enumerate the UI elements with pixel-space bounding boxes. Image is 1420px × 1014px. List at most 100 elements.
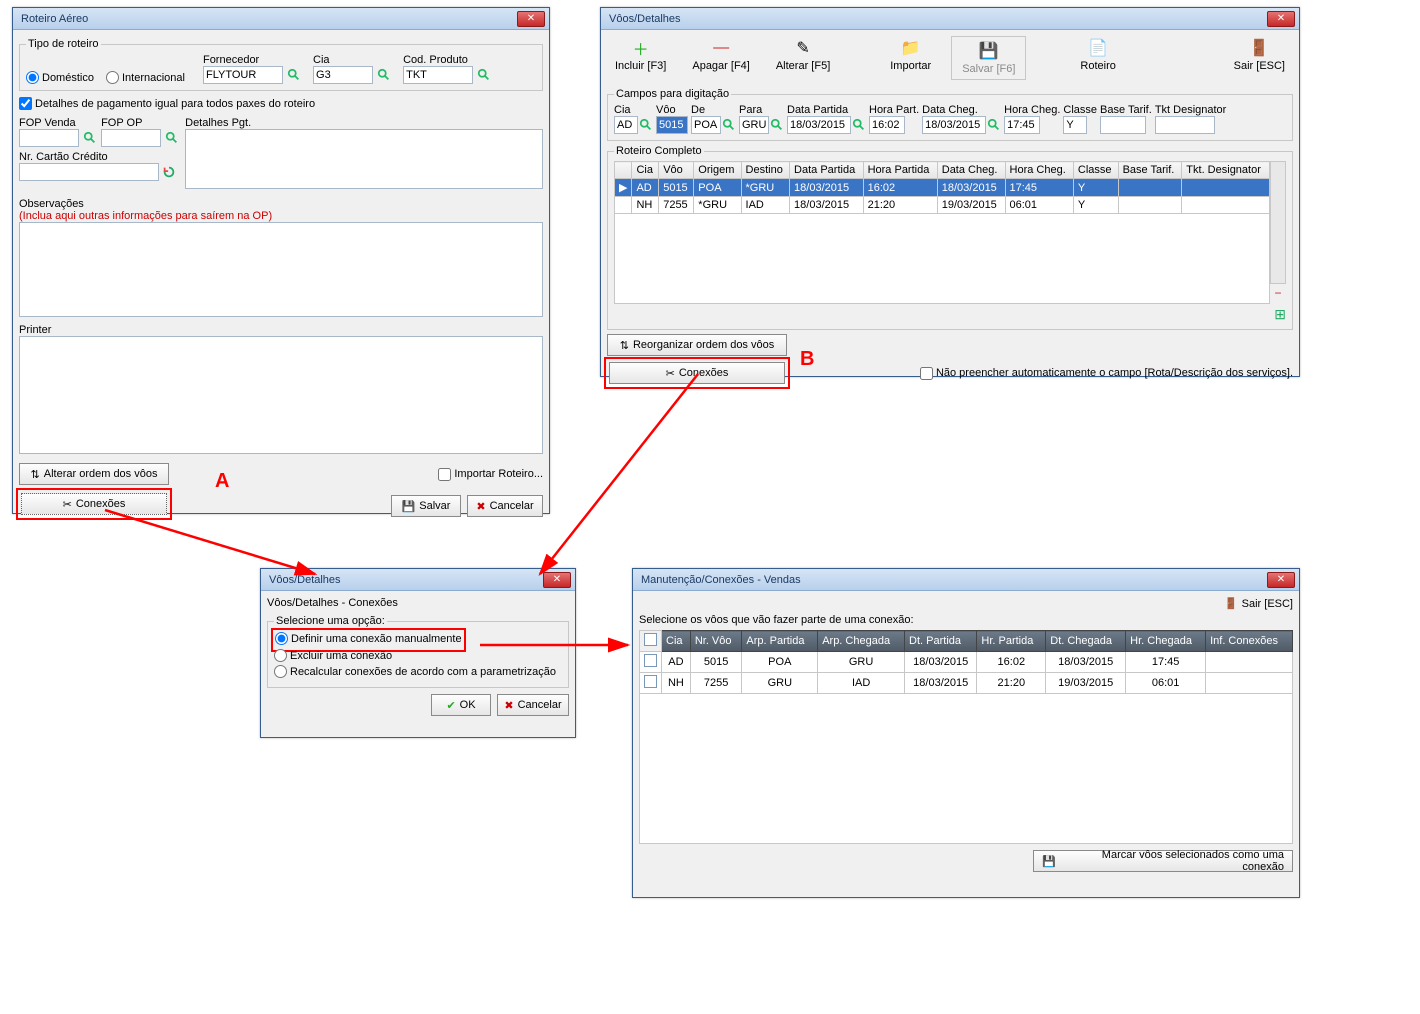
salvar-button[interactable]: 💾 Salvar — [391, 495, 461, 517]
select-all-checkbox[interactable] — [644, 633, 657, 646]
importar-roteiro-checkbox[interactable]: Importar Roteiro... — [438, 463, 543, 485]
conexoes-button[interactable]: ✂ Conexões — [21, 493, 167, 515]
search-icon[interactable] — [722, 118, 736, 132]
opt-excluir[interactable]: Excluir uma conexão — [274, 649, 392, 662]
col-inf[interactable]: Inf. Conexões — [1206, 631, 1293, 652]
close-button[interactable]: ✕ — [517, 11, 545, 27]
field-hora-part-input[interactable] — [869, 116, 905, 134]
window-title: Roteiro Aéreo — [17, 13, 517, 25]
close-button[interactable]: ✕ — [1267, 11, 1295, 27]
detalhes-pagamento-checkbox[interactable]: Detalhes de pagamento igual para todos p… — [19, 97, 315, 110]
scrollbar[interactable] — [1270, 161, 1286, 284]
col-nrvoo[interactable]: Nr. Vôo — [690, 631, 742, 652]
alterar-ordem-voos-button[interactable]: ⇅ Alterar ordem dos vôos — [19, 463, 169, 485]
radio-internacional[interactable]: Internacional — [106, 71, 185, 84]
field-de-input[interactable] — [691, 116, 721, 134]
field-para-input[interactable] — [739, 116, 769, 134]
col-arp-chegada[interactable]: Arp. Chegada — [818, 631, 905, 652]
radio-domestico[interactable]: Doméstico — [26, 71, 94, 84]
col-data-partida[interactable]: Data Partida — [790, 162, 864, 179]
cod-produto-input[interactable] — [403, 66, 473, 84]
search-icon[interactable] — [987, 118, 1001, 132]
col-data-cheg[interactable]: Data Cheg. — [937, 162, 1005, 179]
sair-button[interactable]: 🚪Sair [ESC] — [1228, 36, 1291, 74]
col-voo[interactable]: Vôo — [659, 162, 694, 179]
importar-button[interactable]: 📁Importar — [884, 36, 937, 74]
search-icon[interactable] — [83, 131, 97, 145]
col-classe[interactable]: Classe — [1073, 162, 1118, 179]
close-button[interactable]: ✕ — [543, 572, 571, 588]
opt-definir-manual[interactable]: Definir uma conexão manualmente — [275, 632, 462, 645]
reorganizar-button[interactable]: ⇅ Reorganizar ordem dos vôos — [607, 334, 787, 356]
col-hora-cheg[interactable]: Hora Cheg. — [1005, 162, 1073, 179]
detalhes-pgt-textarea[interactable] — [185, 129, 543, 189]
field-base-tarif-input[interactable] — [1100, 116, 1146, 134]
col-cia[interactable]: Cia — [662, 631, 691, 652]
alterar-button[interactable]: ✎Alterar [F5] — [770, 36, 836, 74]
search-icon[interactable] — [287, 68, 301, 82]
col-tkt[interactable]: Tkt. Designator — [1182, 162, 1270, 179]
nr-cartao-input[interactable] — [19, 163, 159, 181]
search-icon[interactable] — [477, 68, 491, 82]
col-base-tarif[interactable]: Base Tarif. — [1118, 162, 1182, 179]
incluir-button[interactable]: ＋Incluir [F3] — [609, 36, 672, 74]
field-voo-label: Vôo — [656, 104, 688, 116]
field-classe-input[interactable] — [1063, 116, 1087, 134]
import-icon: 📁 — [901, 38, 921, 58]
nao-preencher-checkbox[interactable]: Não preencher automaticamente o campo [R… — [920, 367, 1293, 380]
field-data-partida-input[interactable] — [787, 116, 851, 134]
conexoes-button-b[interactable]: ✂ Conexões — [609, 362, 785, 384]
row-checkbox[interactable] — [644, 675, 657, 688]
detalhes-pgt-label: Detalhes Pgt. — [185, 117, 543, 129]
col-destino[interactable]: Destino — [741, 162, 790, 179]
voos-detalhes-window: Vôos/Detalhes ✕ ＋Incluir [F3] —Apagar [F… — [600, 7, 1300, 377]
col-hr-chegada[interactable]: Hr. Chegada — [1126, 631, 1206, 652]
field-data-cheg-label: Data Cheg. — [922, 104, 1001, 116]
search-icon[interactable] — [165, 131, 179, 145]
col-cia[interactable]: Cia — [632, 162, 659, 179]
cancelar-button[interactable]: ✖Cancelar — [497, 694, 569, 716]
search-icon[interactable] — [639, 118, 653, 132]
field-tkt-input[interactable] — [1155, 116, 1215, 134]
fop-op-input[interactable] — [101, 129, 161, 147]
campos-legend: Campos para digitação — [614, 88, 731, 100]
field-cia-label: Cia — [614, 104, 653, 116]
field-hora-cheg-input[interactable] — [1004, 116, 1040, 134]
minus-icon: — — [711, 38, 731, 58]
table-row[interactable]: NH7255GRUIAD18/03/201521:2019/03/201506:… — [640, 673, 1293, 694]
col-arp-partida[interactable]: Arp. Partida — [742, 631, 818, 652]
col-hr-partida[interactable]: Hr. Partida — [977, 631, 1046, 652]
excel-export-icon[interactable]: ⊞ — [1274, 306, 1286, 322]
col-dt-chegada[interactable]: Dt. Chegada — [1046, 631, 1126, 652]
minus-row-icon[interactable]: − — [1270, 286, 1286, 300]
opt-recalcular[interactable]: Recalcular conexões de acordo com a para… — [274, 665, 556, 678]
table-row[interactable]: AD5015POAGRU18/03/201516:0218/03/201517:… — [640, 652, 1293, 673]
apagar-button[interactable]: —Apagar [F4] — [686, 36, 755, 74]
col-origem[interactable]: Origem — [694, 162, 741, 179]
field-cia-input[interactable] — [614, 116, 638, 134]
search-icon[interactable] — [377, 68, 391, 82]
row-checkbox[interactable] — [644, 654, 657, 667]
search-icon[interactable] — [770, 118, 784, 132]
table-row[interactable]: ▶AD5015POA*GRU18/03/201516:0218/03/20151… — [615, 179, 1270, 197]
table-row[interactable]: NH7255*GRUIAD18/03/201521:2019/03/201506… — [615, 197, 1270, 214]
sair-button[interactable]: 🚪 Sair [ESC] — [1224, 597, 1293, 610]
printer-textarea[interactable] — [19, 336, 543, 454]
save-icon: 💾 — [1042, 855, 1056, 868]
field-voo-input[interactable] — [656, 116, 688, 134]
field-classe-label: Classe — [1063, 104, 1097, 116]
fop-venda-input[interactable] — [19, 129, 79, 147]
ok-button[interactable]: ✔OK — [431, 694, 491, 716]
roteiro-button[interactable]: 📄Roteiro — [1074, 36, 1121, 74]
marcar-conexao-button[interactable]: 💾 Marcar vôos selecionados como uma cone… — [1033, 850, 1293, 872]
observacoes-textarea[interactable] — [19, 222, 543, 317]
fornecedor-input[interactable] — [203, 66, 283, 84]
col-dt-partida[interactable]: Dt. Partida — [905, 631, 977, 652]
search-icon[interactable] — [852, 118, 866, 132]
close-button[interactable]: ✕ — [1267, 572, 1295, 588]
col-hora-partida[interactable]: Hora Partida — [863, 162, 937, 179]
cancelar-button[interactable]: ✖ Cancelar — [467, 495, 543, 517]
refresh-icon[interactable] — [162, 165, 176, 179]
field-data-cheg-input[interactable] — [922, 116, 986, 134]
cia-input[interactable] — [313, 66, 373, 84]
